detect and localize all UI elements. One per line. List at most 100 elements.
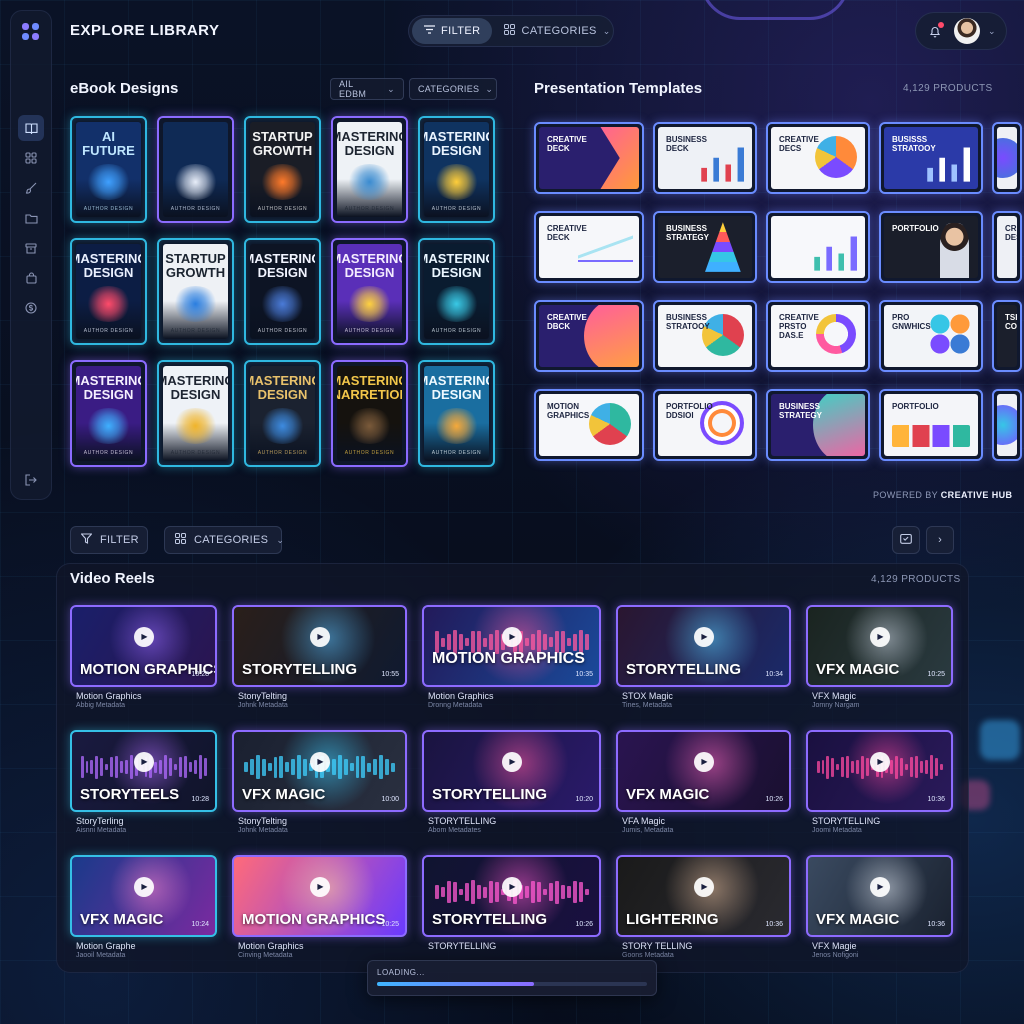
sidebar-grid-icon[interactable] [18,145,44,171]
ebook-card[interactable]: STARTUP GROWTH AUTHOR DESIGN [157,238,234,345]
categories-button[interactable]: CATEGORIES ⌄ [164,526,284,554]
presentation-template-card[interactable]: BUSINESS STRATOOY [653,300,757,372]
presentation-template-card[interactable]: CREATIVE DECS [766,122,870,194]
play-icon[interactable]: ▶ [869,876,890,897]
video-thumbnail[interactable]: ▶ MOTION GRAPHICS 10:28 [70,605,217,687]
video-thumbnail[interactable]: ▶ VFX MAGIC 10:24 [70,855,217,937]
play-icon[interactable]: ▶ [869,626,890,647]
play-icon[interactable]: ▶ [133,876,154,897]
sidebar-book-icon[interactable] [18,115,44,141]
video-thumbnail[interactable]: ▶ MOTION GRAPHICS 10:25 [232,855,407,937]
presentation-template-card[interactable]: PORTFOLIO DDSIOI [653,389,757,461]
video-item[interactable]: ▶ MOTION GRAPHICS 10:25 Motion Graphics Cinv… [232,855,407,967]
account-chevron-down-icon[interactable]: ⌄ [988,26,996,37]
ebook-card[interactable]: MASTERING DESIGN AUTHOR DESIGN [331,238,408,345]
sidebar-bag-icon[interactable] [18,265,44,291]
video-item[interactable]: ▶ STORYTELLING 10:55 StonyTelting Johnk Meta… [232,605,407,717]
presentation-template-card[interactable]: BUSINESS DECK [653,122,757,194]
ebook-card[interactable]: MASTERING DESIGN AUTHOR DESIGN [418,238,495,345]
play-icon[interactable]: ▶ [501,626,522,647]
ebook-card[interactable]: MASTERING DESIGN AUTHOR DESIGN [244,238,321,345]
ebook-card[interactable]: AUTHOR DESIGN [157,116,234,223]
video-thumbnail[interactable]: ▶ MOTION GRAPHICS 10:35 [422,605,601,687]
play-icon[interactable]: ▶ [693,751,714,772]
ebook-card[interactable]: MASTERING DESIGN AUTHOR DESIGN [244,360,321,467]
presentation-template-card[interactable]: PORTFOLIO [879,211,983,283]
video-item[interactable]: ▶ 10:36 STORYTELLING Joomi Metadata [806,730,953,842]
ebook-card[interactable]: MASTERING DESIGN AUTHOR DESIGN [418,360,495,467]
video-thumbnail[interactable]: ▶ VFX MAGIC 10:00 [232,730,407,812]
play-icon[interactable]: ▶ [693,876,714,897]
video-thumbnail[interactable]: ▶ VFX MAGIC 10:36 [806,855,953,937]
presentation-template-card[interactable]: PORTFOLIO [879,389,983,461]
ebook-filter-all-select[interactable]: AIL EDBM ⌄ [330,78,404,100]
presentation-template-card[interactable]: BUSINESS STRATEGY [766,389,870,461]
logout-icon[interactable] [18,467,44,493]
presentation-template-card[interactable] [992,389,1022,461]
video-thumbnail[interactable]: ▶ 10:36 [806,730,953,812]
video-thumbnail[interactable]: ▶ STORYTELLING 10:55 [232,605,407,687]
ebook-card[interactable]: MASTERING DESIGN AUTHOR DESIGN [331,116,408,223]
presentation-template-card[interactable]: CREATIVE DECK [534,122,644,194]
ebook-card[interactable]: MASTERING DESIGN AUTHOR DESIGN [418,116,495,223]
video-item[interactable]: ▶ STORYTEELS 10:28 StoryTerling Aisnni Metad… [70,730,217,842]
presentation-template-card[interactable]: CREA DESIG [992,211,1022,283]
filter-button[interactable]: FILTER [70,526,148,554]
sidebar-folder-icon[interactable] [18,205,44,231]
video-item[interactable]: ▶ VFX MAGIC 10:36 VFX Magie Jenos Nofigoni [806,855,953,967]
presentation-template-card[interactable] [766,211,870,283]
ebook-card[interactable]: AI FUTURE AUTHOR DESIGN [70,116,147,223]
ebook-card[interactable]: MASTERING GNARRETIORS AUTHOR DESIGN [331,360,408,467]
next-page-button[interactable]: › [926,526,954,554]
ebook-categories-select[interactable]: CATEGORIES ⌄ [409,78,497,100]
presentation-template-card[interactable]: MOTION GRAPHICS [534,389,644,461]
presentation-template-card[interactable]: CREATIVE DECK [534,211,644,283]
video-thumbnail[interactable]: ▶ STORYTELLING 10:26 [422,855,601,937]
play-icon[interactable]: ▶ [133,626,154,647]
video-item[interactable]: ▶ VFX MAGIC 10:25 VFX Magic Jomny Nargam [806,605,953,717]
presentation-template-card[interactable]: BUSISSS STRATOOY [879,122,983,194]
presentation-template-card[interactable]: PRO GNWHICS [879,300,983,372]
presentation-template-card[interactable]: TSISK CORAI [992,300,1022,372]
video-item[interactable]: ▶ VFX MAGIC 10:24 Motion Graphe Jaooil Metad… [70,855,217,967]
app-logo-icon[interactable] [22,23,40,41]
play-icon[interactable]: ▶ [869,751,890,772]
video-item[interactable]: ▶ STORYTELLING 10:20 STORYTELLING Abom Metad… [422,730,601,842]
video-thumbnail[interactable]: ▶ STORYTELLING 10:34 [616,605,791,687]
video-thumbnail[interactable]: ▶ STORYTEELS 10:28 [70,730,217,812]
notifications-bell-icon[interactable] [924,20,946,42]
play-icon[interactable]: ▶ [309,876,330,897]
video-item[interactable]: ▶ STORYTELLING 10:34 STOX Magic Tines, Metad… [616,605,791,717]
play-icon[interactable]: ▶ [501,751,522,772]
play-icon[interactable]: ▶ [309,626,330,647]
sidebar-archive-icon[interactable] [18,235,44,261]
video-thumbnail[interactable]: ▶ STORYTELLING 10:20 [422,730,601,812]
video-thumbnail[interactable]: ▶ VFX MAGIC 10:26 [616,730,791,812]
ebook-card[interactable]: MASTERING DESIGN AUTHOR DESIGN [70,238,147,345]
video-item[interactable]: ▶ LIGHTERING 10:36 STORY TELLING Goons Metad… [616,855,791,967]
calendar-button[interactable] [892,526,920,554]
ebook-card[interactable]: MASTERING DESIGN AUTHOR DESIGN [70,360,147,467]
user-avatar[interactable] [954,18,980,44]
sidebar-currency-icon[interactable] [18,295,44,321]
video-thumbnail[interactable]: ▶ VFX MAGIC 10:25 [806,605,953,687]
video-thumbnail[interactable]: ▶ LIGHTERING 10:36 [616,855,791,937]
play-icon[interactable]: ▶ [501,876,522,897]
video-item[interactable]: ▶ STORYTELLING 10:26 STORYTELLING [422,855,601,967]
presentation-template-card[interactable]: CREATIVE PRSTO DAS.E [766,300,870,372]
ebook-card[interactable]: STARTUP GROWTH AUTHOR DESIGN [244,116,321,223]
video-item[interactable]: ▶ MOTION GRAPHICS 10:28 Motion Graphics Abbi… [70,605,217,717]
presentation-template-card[interactable]: CREATIVE DBCK [534,300,644,372]
video-item[interactable]: ▶ MOTION GRAPHICS 10:35 Motion Graphics Dron… [422,605,601,717]
video-item[interactable]: ▶ VFX MAGIC 10:26 VFA Magic Jumis, Metadata [616,730,791,842]
ebook-card[interactable]: MASTERING DESIGN AUTHOR DESIGN [157,360,234,467]
play-icon[interactable]: ▶ [693,626,714,647]
presentation-template-card[interactable] [992,122,1022,194]
play-icon[interactable]: ▶ [309,751,330,772]
play-icon[interactable]: ▶ [133,751,154,772]
presentation-template-card[interactable]: BUSINESS STRATEGY [653,211,757,283]
sidebar-brush-icon[interactable] [18,175,44,201]
header-categories-button[interactable]: CATEGORIES ⌄ [492,18,622,44]
header-filter-button[interactable]: FILTER [412,18,493,44]
video-item[interactable]: ▶ VFX MAGIC 10:00 StonyTelting Johnk Metadat… [232,730,407,842]
